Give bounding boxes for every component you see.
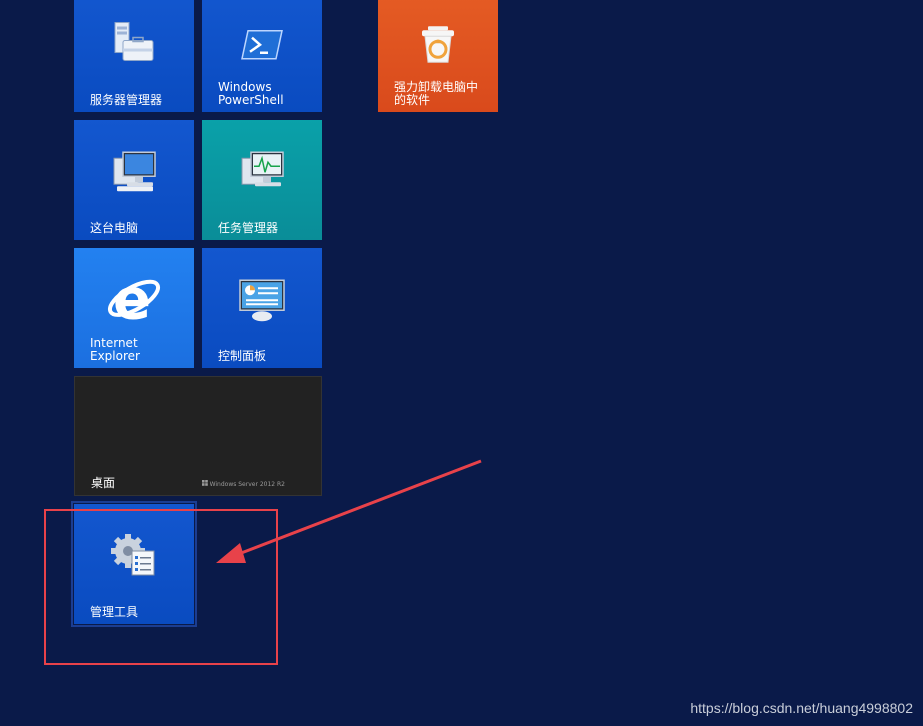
tile-server-manager[interactable]: 服务器管理器	[74, 0, 194, 112]
powershell-icon	[238, 25, 286, 69]
tile-label: 服务器管理器	[90, 93, 163, 107]
desktop-brand: Windows Server 2012 R2	[201, 480, 285, 488]
tile-internet-explorer[interactable]: e Internet Explorer	[74, 248, 194, 368]
desktop-brand-text: Windows Server 2012 R2	[209, 480, 285, 488]
tile-label: 强力卸载电脑中 的软件	[394, 80, 479, 107]
control-panel-icon	[236, 278, 288, 326]
tile-control-panel[interactable]: 控制面板	[202, 248, 322, 368]
tile-this-pc[interactable]: 这台电脑	[74, 120, 194, 240]
tile-label: Windows PowerShell	[218, 80, 284, 107]
tile-label: 控制面板	[218, 349, 267, 363]
tile-label: 任务管理器	[218, 221, 279, 235]
task-manager-icon	[237, 150, 287, 198]
annotation-highlight-box	[44, 509, 278, 665]
ie-icon: e	[104, 267, 164, 332]
recycle-bin-icon	[416, 22, 460, 70]
tile-label: 桌面	[91, 476, 116, 490]
watermark: https://blog.csdn.net/huang4998802	[690, 700, 913, 716]
tile-desktop[interactable]: Windows Server 2012 R2 桌面	[74, 376, 322, 496]
tile-powershell[interactable]: Windows PowerShell	[202, 0, 322, 112]
tile-label: 这台电脑	[90, 221, 139, 235]
windows-logo-icon	[201, 480, 208, 488]
tile-uninstaller[interactable]: 强力卸载电脑中 的软件	[378, 0, 498, 112]
tile-label: Internet Explorer	[90, 336, 140, 363]
server-manager-icon	[109, 19, 159, 73]
computer-icon	[109, 150, 159, 198]
tile-task-manager[interactable]: 任务管理器	[202, 120, 322, 240]
